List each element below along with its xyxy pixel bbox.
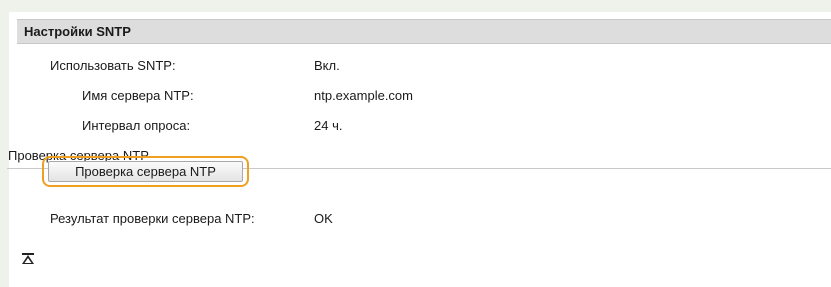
use-sntp-label: Использовать SNTP:	[50, 58, 176, 73]
ntp-server-name-label: Имя сервера NTP:	[82, 88, 194, 103]
poll-interval-label: Интервал опроса:	[82, 118, 191, 133]
poll-interval-value: 24 ч.	[314, 118, 343, 133]
section-header: Настройки SNTP	[17, 19, 831, 44]
ntp-server-check-button[interactable]: Проверка сервера NTP	[48, 161, 243, 182]
use-sntp-value: Вкл.	[314, 58, 340, 73]
ntp-server-check-focus[interactable]: Проверка сервера NTP	[42, 156, 249, 187]
check-result-label: Результат проверки сервера NTP:	[50, 211, 255, 226]
back-to-top-icon[interactable]	[21, 253, 35, 265]
ntp-server-name-value: ntp.example.com	[314, 88, 413, 103]
check-result-value: OK	[314, 211, 333, 226]
settings-panel: Настройки SNTP Использовать SNTP: Вкл. И…	[7, 12, 831, 287]
section-title: Настройки SNTP	[24, 24, 131, 39]
